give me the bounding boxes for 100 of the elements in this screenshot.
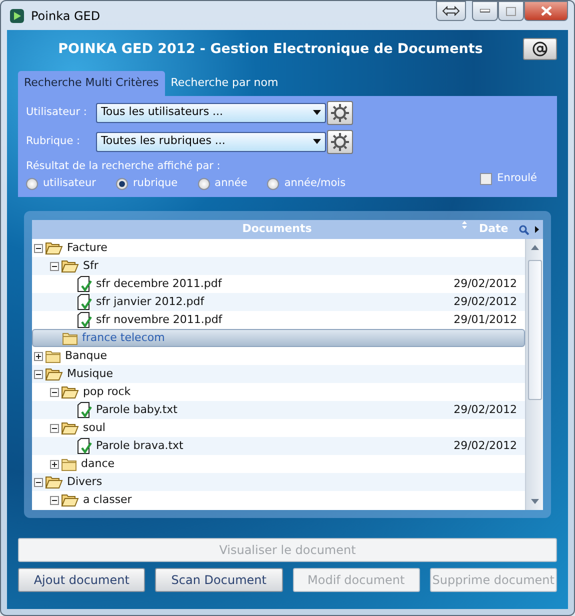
radio-label: année/mois (284, 176, 346, 192)
tree-row[interactable]: sfr decembre 2011.pdf 29/02/2012 (32, 275, 525, 293)
at-sign-icon (532, 41, 548, 57)
collapse-icon[interactable] (50, 262, 59, 270)
dropdown[interactable]: Toutes les rubriques ... (96, 132, 326, 152)
item-name: Sfr (83, 258, 98, 274)
document-check-icon (77, 402, 92, 418)
scroll-thumb[interactable] (528, 260, 542, 400)
item-name: Divers (67, 474, 102, 490)
tree-row[interactable]: dance (32, 455, 525, 473)
expand-icon[interactable] (34, 352, 43, 360)
date-text: 29/02/2012 (454, 402, 517, 418)
radio-label: utilisateur (43, 176, 96, 192)
arrow-icon[interactable] (535, 226, 539, 233)
email-button[interactable] (523, 38, 557, 60)
item-name: Parole baby.txt (96, 402, 178, 418)
tree-row[interactable]: a classer (32, 491, 525, 509)
scroll-up-arrow[interactable] (530, 245, 538, 250)
close-button[interactable] (524, 1, 568, 21)
radio-label: rubrique (132, 176, 178, 192)
tree-row[interactable]: Musique (32, 365, 525, 383)
maximize-icon (506, 6, 516, 16)
tree-row[interactable]: pop rock (32, 383, 525, 401)
collapse-icon[interactable] (50, 424, 59, 432)
collapse-icon[interactable] (50, 388, 59, 396)
open-folder-icon (61, 421, 79, 435)
open-folder-icon (45, 367, 63, 381)
gear-button[interactable] (327, 100, 353, 124)
date-text: 29/01/2012 (454, 312, 517, 328)
tree-row[interactable]: Parole baby.txt 29/02/2012 (32, 401, 525, 419)
action-button[interactable]: Scan Document (155, 568, 282, 592)
expand-icon[interactable] (50, 460, 59, 468)
item-name: sfr janvier 2012.pdf (96, 294, 204, 310)
gear-button[interactable] (327, 130, 353, 154)
dropdown-arrow-icon (313, 139, 321, 144)
minimize-icon (480, 9, 490, 13)
document-check-icon (77, 438, 92, 454)
radio-button[interactable] (267, 178, 280, 190)
action-button[interactable]: Ajout document (18, 568, 146, 592)
collapse-icon[interactable] (50, 496, 59, 504)
item-name: sfr novembre 2011.pdf (96, 312, 222, 328)
item-name: Facture (67, 240, 108, 256)
item-name: Banque (65, 348, 107, 364)
search-icon[interactable] (519, 224, 529, 234)
window-title: Poinka GED (31, 8, 100, 24)
tree-row[interactable]: soul (32, 419, 525, 437)
tree-row[interactable]: Facture (32, 239, 525, 257)
folder-icon (61, 458, 77, 470)
gear-icon (330, 132, 350, 152)
collapse-icon[interactable] (34, 370, 43, 378)
open-folder-icon (61, 259, 79, 273)
double-arrow-icon (442, 6, 460, 16)
item-name: Parole brava.txt (96, 438, 184, 454)
radio-button[interactable] (26, 178, 38, 190)
maximize-button[interactable] (498, 1, 524, 21)
resize-button[interactable] (436, 1, 466, 21)
gear-icon (330, 102, 350, 122)
item-name: Musique (67, 366, 113, 382)
open-folder-icon (61, 385, 79, 399)
tree-row[interactable]: sfr novembre 2011.pdf 29/01/2012 (32, 311, 525, 329)
date-text: 29/02/2012 (454, 438, 517, 454)
open-folder-icon (45, 475, 63, 489)
open-folder-icon (45, 241, 63, 255)
checkbox[interactable] (480, 173, 492, 186)
radio-button[interactable] (198, 178, 210, 190)
display-by-label: Résultat de la recherche affiché par : (26, 158, 222, 174)
item-name: france telecom (82, 330, 165, 346)
document-check-icon (77, 276, 92, 292)
collapse-icon[interactable] (34, 478, 43, 486)
tree-row[interactable]: sfr janvier 2012.pdf 29/02/2012 (32, 293, 525, 311)
collapse-icon[interactable] (34, 244, 43, 252)
tree-row[interactable]: Sfr (32, 257, 525, 275)
minimize-button[interactable] (472, 1, 498, 21)
dropdown-arrow-icon (313, 110, 321, 115)
field-label: Rubrique : (26, 134, 82, 149)
app-title: POINKA GED 2012 - Gestion Electronique de Documents (57, 40, 484, 59)
radio-button[interactable] (116, 178, 128, 190)
folder-icon (62, 332, 78, 344)
item-name: soul (83, 420, 106, 436)
close-icon (540, 6, 552, 16)
item-name: pop rock (83, 384, 131, 400)
app-icon (9, 8, 25, 24)
document-check-icon (77, 294, 92, 310)
tab[interactable]: Recherche par nom (164, 71, 284, 96)
checkbox-label: Enroulé (497, 171, 537, 186)
folder-icon (45, 350, 61, 362)
date-text: 29/02/2012 (454, 276, 517, 292)
tree-row[interactable]: france telecom (32, 329, 525, 347)
tree-row[interactable]: Parole brava.txt 29/02/2012 (32, 437, 525, 455)
item-name: a classer (83, 492, 132, 508)
scroll-down-arrow[interactable] (530, 499, 538, 504)
item-name: sfr decembre 2011.pdf (96, 276, 222, 292)
radio-label: année (214, 176, 248, 192)
tree-row[interactable]: Banque (32, 347, 525, 365)
tree-row[interactable]: Divers (32, 473, 525, 491)
item-name: dance (81, 456, 115, 472)
tab[interactable]: Recherche Multi Critères (18, 71, 165, 96)
field-label: Utilisateur : (26, 104, 88, 120)
dropdown[interactable]: Tous les utilisateurs ... (96, 102, 326, 122)
sort-icon (462, 221, 467, 229)
